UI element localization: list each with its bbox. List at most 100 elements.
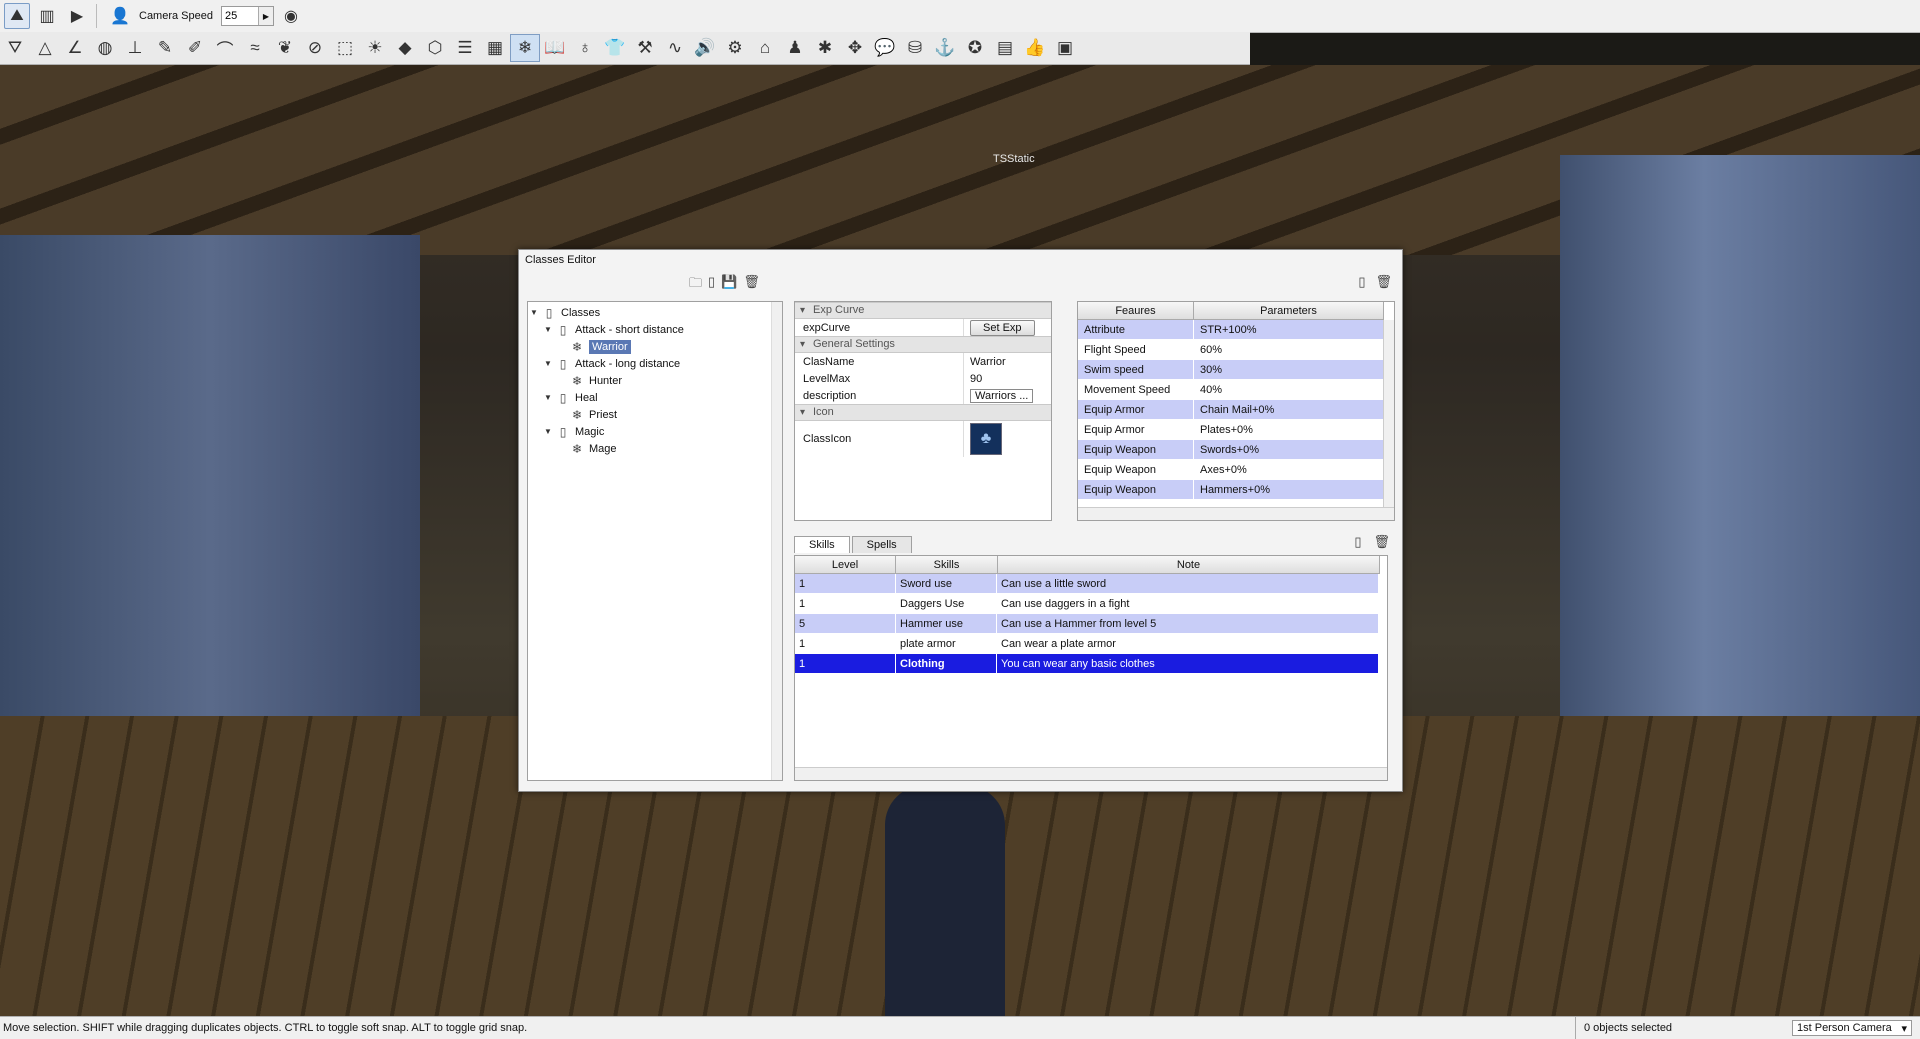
scene-object-label[interactable]: TSStatic xyxy=(993,153,1035,165)
tab-spells[interactable]: Spells xyxy=(852,536,912,553)
expand-icon[interactable]: ▼ xyxy=(544,359,556,368)
expand-icon[interactable]: ▼ xyxy=(544,393,556,402)
features-vscrollbar[interactable] xyxy=(1383,320,1394,508)
tree-group[interactable]: ▼ ▯ Magic xyxy=(544,423,604,440)
expand-icon[interactable]: ▼ xyxy=(544,325,556,334)
folder-icon[interactable]: 🗀 xyxy=(689,274,702,296)
terrain-lower-icon[interactable]: △ xyxy=(30,34,60,62)
table-row[interactable]: Swim speed30% xyxy=(1078,360,1394,380)
leaf-icon[interactable]: ❦ xyxy=(270,34,300,62)
features-hscrollbar[interactable] xyxy=(1078,507,1394,520)
tree-item-warrior[interactable]: ❄ Warrior xyxy=(570,338,631,355)
table-row[interactable]: 1plate armorCan wear a plate armor xyxy=(795,634,1387,654)
tree-item-priest[interactable]: ❄ Priest xyxy=(570,406,617,423)
paint-icon[interactable]: ✎ xyxy=(150,34,180,62)
erosion-icon[interactable]: ≈ xyxy=(240,34,270,62)
book-icon[interactable]: 📖 xyxy=(540,34,570,62)
table-row[interactable]: Movement Speed40% xyxy=(1078,380,1394,400)
stamp-icon[interactable]: ⊥ xyxy=(120,34,150,62)
skills-hscrollbar[interactable] xyxy=(795,767,1387,780)
library-icon[interactable]: ▥ xyxy=(34,3,60,29)
table-row[interactable]: Equip WeaponAxes+0% xyxy=(1078,460,1394,480)
classes-tree[interactable]: ▼ ▯ Classes ▼ ▯ Attack - short distance … xyxy=(527,301,783,781)
section-icon[interactable]: Icon xyxy=(795,404,1051,421)
database-icon[interactable]: ⛁ xyxy=(900,34,930,62)
delete-icon[interactable]: 🗑 xyxy=(743,274,760,296)
tree-group[interactable]: ▼ ▯ Attack - short distance xyxy=(544,321,684,338)
tab-skills[interactable]: Skills xyxy=(794,536,850,553)
frame-icon[interactable]: ⬚ xyxy=(330,34,360,62)
skills-grid[interactable]: Level Skills Note 1Sword useCan use a li… xyxy=(794,555,1388,781)
chat-icon[interactable]: 💬 xyxy=(870,34,900,62)
column-header[interactable]: Feaures xyxy=(1078,302,1194,320)
camera-speed-spinner[interactable]: ▶ xyxy=(221,6,274,26)
tree-root[interactable]: ▼ ▯ Classes xyxy=(530,304,600,321)
table-row[interactable]: Flight Speed60% xyxy=(1078,340,1394,360)
calendar-icon[interactable]: ▤ xyxy=(990,34,1020,62)
table-icon[interactable]: ▦ xyxy=(480,34,510,62)
classname-value[interactable]: Warrior xyxy=(964,356,1006,368)
user-icon[interactable]: 👤 xyxy=(107,3,133,29)
new-feature-icon[interactable]: ▯ xyxy=(1358,274,1365,290)
snowflake-icon[interactable]: ❄ xyxy=(510,34,540,62)
new-file-icon[interactable]: ▯ xyxy=(708,274,715,296)
delete-feature-icon[interactable]: 🗑 xyxy=(1375,274,1392,290)
section-general-settings[interactable]: General Settings xyxy=(795,336,1051,353)
compass-icon[interactable]: ⊘ xyxy=(300,34,330,62)
tree-scrollbar[interactable] xyxy=(771,302,782,780)
table-row[interactable]: Equip ArmorChain Mail+0% xyxy=(1078,400,1394,420)
tree-item-mage[interactable]: ❄ Mage xyxy=(570,440,617,457)
spinner-arrow-icon[interactable]: ▶ xyxy=(258,7,273,25)
tree-group[interactable]: ▼ ▯ Heal xyxy=(544,389,598,406)
flatten-icon[interactable]: ⌒ xyxy=(210,34,240,62)
gears-icon[interactable]: ⚙ xyxy=(720,34,750,62)
table-row[interactable]: 5Hammer useCan use a Hammer from level 5 xyxy=(795,614,1387,634)
table-row[interactable]: 1Sword useCan use a little sword xyxy=(795,574,1387,594)
column-header[interactable]: Note xyxy=(998,556,1380,574)
new-skill-icon[interactable]: ▯ xyxy=(1354,534,1361,550)
set-exp-button[interactable]: Set Exp xyxy=(970,320,1035,336)
tools-icon[interactable]: ⚓ xyxy=(930,34,960,62)
hammer-icon[interactable]: ⚒ xyxy=(630,34,660,62)
screen-icon[interactable]: ▣ xyxy=(1050,34,1080,62)
eye-icon[interactable]: ◉ xyxy=(278,3,304,29)
waveform-icon[interactable]: ∿ xyxy=(660,34,690,62)
expand-icon[interactable]: ▼ xyxy=(530,308,542,317)
npc-icon[interactable]: ♟ xyxy=(780,34,810,62)
camera-speed-input[interactable] xyxy=(222,10,258,22)
box-icon[interactable]: ◆ xyxy=(390,34,420,62)
sliders-icon[interactable]: ☰ xyxy=(450,34,480,62)
table-row[interactable]: Equip ArmorPlates+0% xyxy=(1078,420,1394,440)
waypoint-icon[interactable]: ✥ xyxy=(840,34,870,62)
table-row-selected[interactable]: 1ClothingYou can wear any basic clothes xyxy=(795,654,1387,674)
delete-skill-icon[interactable]: 🗑 xyxy=(1373,534,1390,550)
camera-mode-select[interactable]: 1st Person Camera ▾ xyxy=(1792,1020,1912,1036)
play-icon[interactable]: ▶ xyxy=(64,3,90,29)
shirt-icon[interactable]: 👕 xyxy=(600,34,630,62)
column-header[interactable]: Skills xyxy=(896,556,998,574)
globe-icon[interactable]: ◍ xyxy=(90,34,120,62)
speaker-icon[interactable]: 🔊 xyxy=(690,34,720,62)
terrain-editor-icon[interactable]: ⛰ xyxy=(4,3,30,29)
description-button[interactable]: Warriors ... xyxy=(970,389,1033,403)
expand-icon[interactable]: ▼ xyxy=(544,427,556,436)
class-icon-image[interactable]: ♣ xyxy=(970,423,1002,455)
badge-icon[interactable]: ✪ xyxy=(960,34,990,62)
smooth-icon[interactable]: ∠ xyxy=(60,34,90,62)
potion-icon[interactable]: ♁ xyxy=(570,34,600,62)
brush-icon[interactable]: ✐ xyxy=(180,34,210,62)
sun-icon[interactable]: ☀ xyxy=(360,34,390,62)
table-row[interactable]: AttributeSTR+100% xyxy=(1078,320,1394,340)
table-row[interactable]: Equip WeaponHammers+0% xyxy=(1078,480,1394,500)
table-row[interactable]: Equip WeaponSwords+0% xyxy=(1078,440,1394,460)
tree-item-hunter[interactable]: ❄ Hunter xyxy=(570,372,622,389)
features-grid[interactable]: Feaures Parameters AttributeSTR+100% Fli… xyxy=(1077,301,1395,521)
roof-icon[interactable]: ⌂ xyxy=(750,34,780,62)
levelmax-value[interactable]: 90 xyxy=(964,373,982,385)
table-row[interactable]: 1Daggers UseCan use daggers in a fight xyxy=(795,594,1387,614)
bug-icon[interactable]: ✱ xyxy=(810,34,840,62)
save-icon[interactable]: 💾 xyxy=(721,274,737,296)
section-exp-curve[interactable]: Exp Curve xyxy=(795,302,1051,319)
shape-icon[interactable]: ⬡ xyxy=(420,34,450,62)
terrain-raise-icon[interactable]: ⛛ xyxy=(0,34,30,62)
